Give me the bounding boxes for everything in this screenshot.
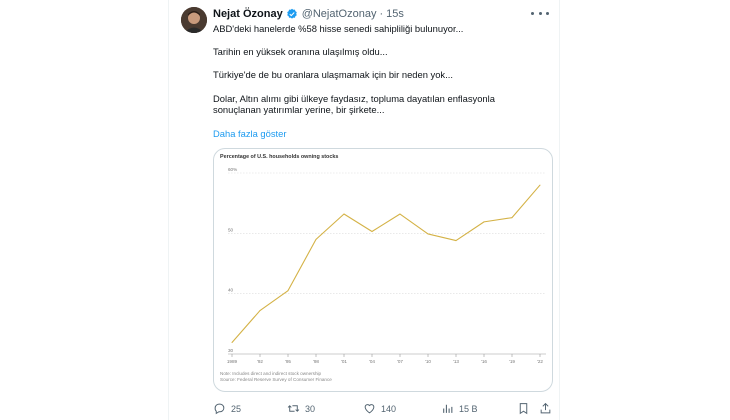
author-handle[interactable]: @NejatOzonay <box>302 8 377 20</box>
data-point <box>287 290 289 292</box>
x-tick-label: '95 <box>285 359 291 364</box>
data-point <box>371 231 373 233</box>
data-point <box>343 213 345 215</box>
y-tick-label: 40 <box>228 288 234 293</box>
x-tick-label: '13 <box>453 359 459 364</box>
tweet-text: ABD'deki hanelerde %58 hisse senedi sahi… <box>213 23 553 116</box>
tweet-paragraph: Dolar, Altın alımı gibi ülkeye faydasız,… <box>213 92 495 116</box>
x-tick-label: '07 <box>397 359 403 364</box>
reply-count: 25 <box>231 403 242 414</box>
views-count: 15 B <box>459 403 478 414</box>
tweet-paragraph: ABD'deki hanelerde %58 hisse senedi sahi… <box>213 23 464 34</box>
tweet-paragraph: Türkiye'de de bu oranlara ulaşmamak için… <box>213 69 453 81</box>
x-tick-label: '22 <box>537 359 543 364</box>
heart-icon <box>364 404 375 414</box>
x-tick-label: 1989 <box>227 359 238 364</box>
data-point <box>483 221 485 223</box>
line-chart: 60% 50 40 30 1989 '92 '95 '98 '01 '04 '07 '10 '13 '16… <box>227 167 546 364</box>
data-point <box>455 240 457 242</box>
show-more-link[interactable]: Daha fazla göster <box>213 128 286 139</box>
chart-title: Percentage of U.S. households owning sto… <box>220 154 339 160</box>
author-name[interactable]: Nejat Özonay <box>213 8 283 20</box>
separator-dot: · <box>379 8 384 20</box>
data-point <box>427 233 429 235</box>
data-point <box>539 184 541 186</box>
data-point <box>259 310 261 312</box>
data-point <box>511 217 513 219</box>
tweet[interactable]: Nejat Özonay @NejatOzonay · 15s ABD'deki… <box>168 0 560 420</box>
chart-image-card[interactable]: 60% 50 40 30 1989 '92 '95 '98 '01 '04 '07 '10 '13 '16… <box>213 148 553 392</box>
x-tick-label: '98 <box>313 359 319 364</box>
verified-badge-icon <box>286 8 298 20</box>
more-options-icon[interactable] <box>531 7 549 19</box>
x-tick-label: '92 <box>257 359 263 364</box>
x-tick-label: '10 <box>425 359 431 364</box>
tweet-header: Nejat Özonay @NejatOzonay · 15s <box>213 8 404 20</box>
views-chart-icon <box>443 404 453 413</box>
share-icon <box>540 402 551 414</box>
reply-icon <box>214 403 225 415</box>
y-tick-label: 50 <box>228 227 234 232</box>
avatar[interactable] <box>181 7 207 33</box>
retweet-button[interactable]: 30 <box>287 402 315 415</box>
bookmark-icon <box>519 403 528 415</box>
action-bar: 25 30 140 15 B <box>213 402 553 416</box>
x-tick-label: '19 <box>509 359 515 364</box>
retweet-count: 30 <box>305 403 316 414</box>
data-point <box>315 238 317 240</box>
x-tick-label: '01 <box>341 359 347 364</box>
timestamp[interactable]: 15s <box>386 8 404 20</box>
chart-footnote: Note: Includes direct and indirect stock… <box>220 371 332 383</box>
chart-source: Source: Federal Reserve Survey of Consum… <box>220 377 332 382</box>
x-tick-label: '04 <box>369 359 375 364</box>
data-point <box>231 342 233 344</box>
data-point <box>399 213 401 215</box>
like-button[interactable]: 140 <box>363 402 396 415</box>
series-line <box>231 184 541 343</box>
like-count: 140 <box>381 403 397 414</box>
views-button[interactable]: 15 B <box>441 402 478 415</box>
y-tick-label: 30 <box>228 348 234 353</box>
x-tick-label: '16 <box>481 359 487 364</box>
reply-button[interactable]: 25 <box>213 402 241 415</box>
bookmark-button[interactable] <box>517 402 535 415</box>
retweet-icon <box>287 405 300 412</box>
share-button[interactable] <box>539 402 557 415</box>
y-tick-label: 60% <box>228 167 237 172</box>
tweet-paragraph: Tarihin en yüksek oranına ulaşılmış oldu… <box>213 46 388 58</box>
